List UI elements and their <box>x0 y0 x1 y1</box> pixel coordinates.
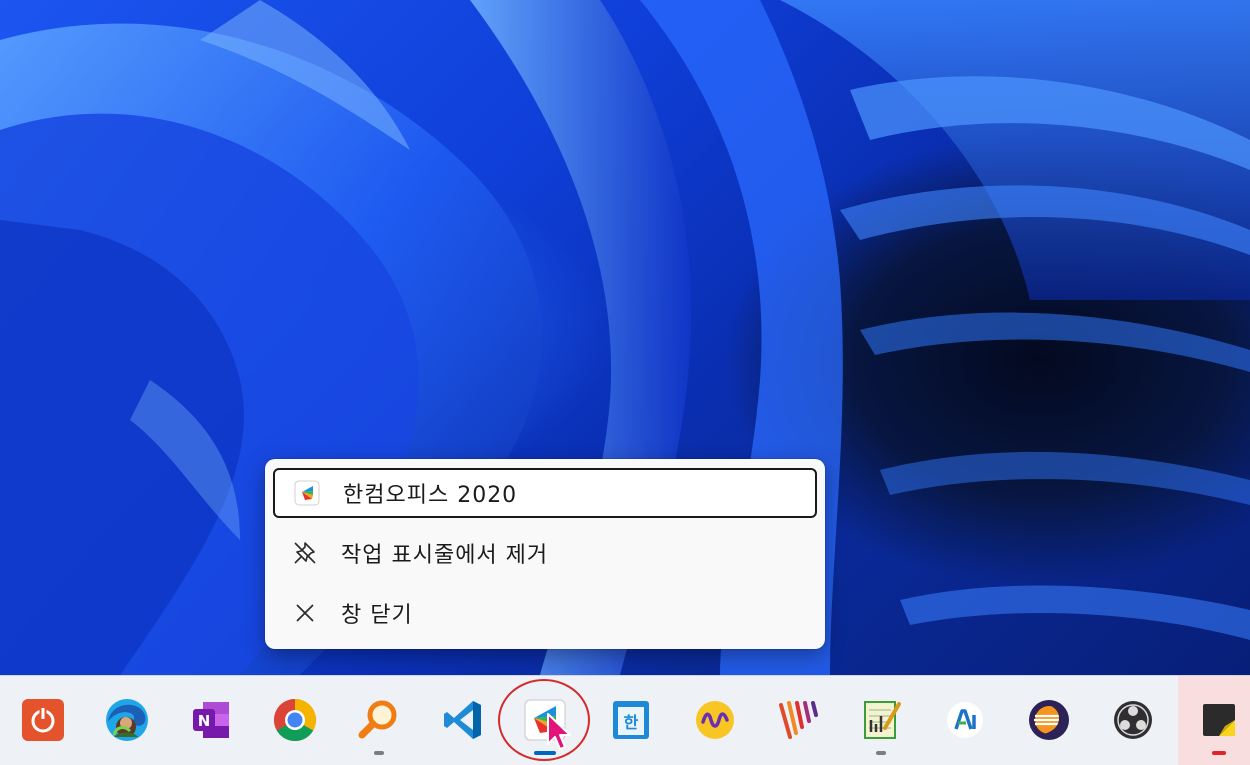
running-indicator <box>876 751 886 755</box>
taskbar-app-obs[interactable] <box>1092 676 1174 765</box>
taskbar-context-menu: 한컴오피스 2020 작업 표시줄에서 제거 창 닫기 <box>265 459 825 649</box>
menu-item-label: 작업 표시줄에서 제거 <box>341 543 549 568</box>
taskbar-app-audio-wave[interactable] <box>674 676 756 765</box>
sticky-notes-icon <box>1196 697 1242 743</box>
taskbar-app-search-magnifier[interactable] <box>338 676 420 765</box>
magnifier-search-icon <box>356 697 402 743</box>
audio-wave-icon <box>692 697 738 743</box>
taskbar-app-vscode[interactable] <box>422 676 504 765</box>
vscode-icon <box>440 697 486 743</box>
taskbar-app-hangul[interactable]: 한 <box>590 676 672 765</box>
taskbar-app-notepad-chart[interactable] <box>840 676 922 765</box>
taskbar-app-eclipse[interactable] <box>1008 676 1090 765</box>
power-app-icon <box>20 697 66 743</box>
notepad-chart-icon <box>858 697 904 743</box>
eclipse-icon <box>1026 697 1072 743</box>
edge-browser-icon <box>104 697 150 743</box>
menu-item-unpin-from-taskbar[interactable]: 작업 표시줄에서 제거 <box>273 528 817 578</box>
close-icon <box>291 599 319 627</box>
svg-text:N: N <box>198 712 211 730</box>
taskbar: N 한 <box>0 675 1250 765</box>
hangul-word-icon: 한 <box>608 697 654 743</box>
taskbar-app-edge[interactable] <box>86 676 168 765</box>
menu-item-open-hancom-office[interactable]: 한컴오피스 2020 <box>273 468 817 518</box>
menu-item-close-window[interactable]: 창 닫기 <box>273 588 817 638</box>
svg-text:한: 한 <box>624 713 639 732</box>
running-indicator <box>374 751 384 755</box>
obs-studio-icon <box>1110 697 1156 743</box>
chrome-browser-icon <box>272 697 318 743</box>
taskbar-app-chrome[interactable] <box>254 676 336 765</box>
ai-tool-icon <box>942 697 988 743</box>
onenote-icon: N <box>188 697 234 743</box>
taskbar-app-sticky-notes[interactable] <box>1178 676 1250 765</box>
mouse-cursor-icon <box>547 713 571 750</box>
striped-app-icon <box>776 697 822 743</box>
taskbar-app-striped[interactable] <box>758 676 840 765</box>
menu-item-label: 한컴오피스 2020 <box>343 483 518 508</box>
menu-item-label: 창 닫기 <box>341 603 413 628</box>
taskbar-app-onenote[interactable]: N <box>170 676 252 765</box>
alert-indicator <box>1212 751 1226 755</box>
hancom-office-icon <box>293 479 321 507</box>
taskbar-app-power[interactable] <box>2 676 84 765</box>
unpin-icon <box>291 539 319 567</box>
taskbar-app-ai-tool[interactable] <box>924 676 1006 765</box>
